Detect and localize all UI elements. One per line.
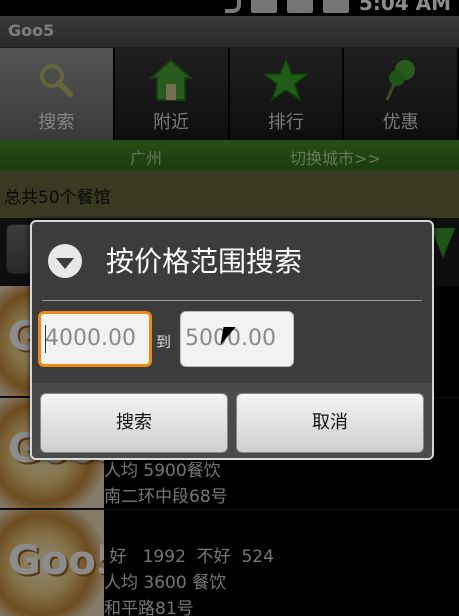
max-price-input[interactable]: 5000.00 xyxy=(180,311,294,367)
search-button[interactable]: 搜索 xyxy=(40,393,228,453)
dialog-title: 按价格范围搜索 xyxy=(106,245,303,278)
min-price-value: 4000.00 xyxy=(45,326,136,351)
dialog-body: 4000.00 到 5000.00 xyxy=(32,301,432,383)
dialog-buttons: 搜索 取消 xyxy=(32,383,432,458)
dropdown-circle-icon xyxy=(48,244,82,278)
range-to-label: 到 xyxy=(156,333,172,351)
min-price-input[interactable]: 4000.00 xyxy=(38,311,152,367)
dialog-header: 按价格范围搜索 xyxy=(32,222,432,300)
price-range-dialog: 按价格范围搜索 4000.00 到 5000.00 搜索 取消 xyxy=(30,220,434,460)
cancel-button[interactable]: 取消 xyxy=(236,393,424,453)
